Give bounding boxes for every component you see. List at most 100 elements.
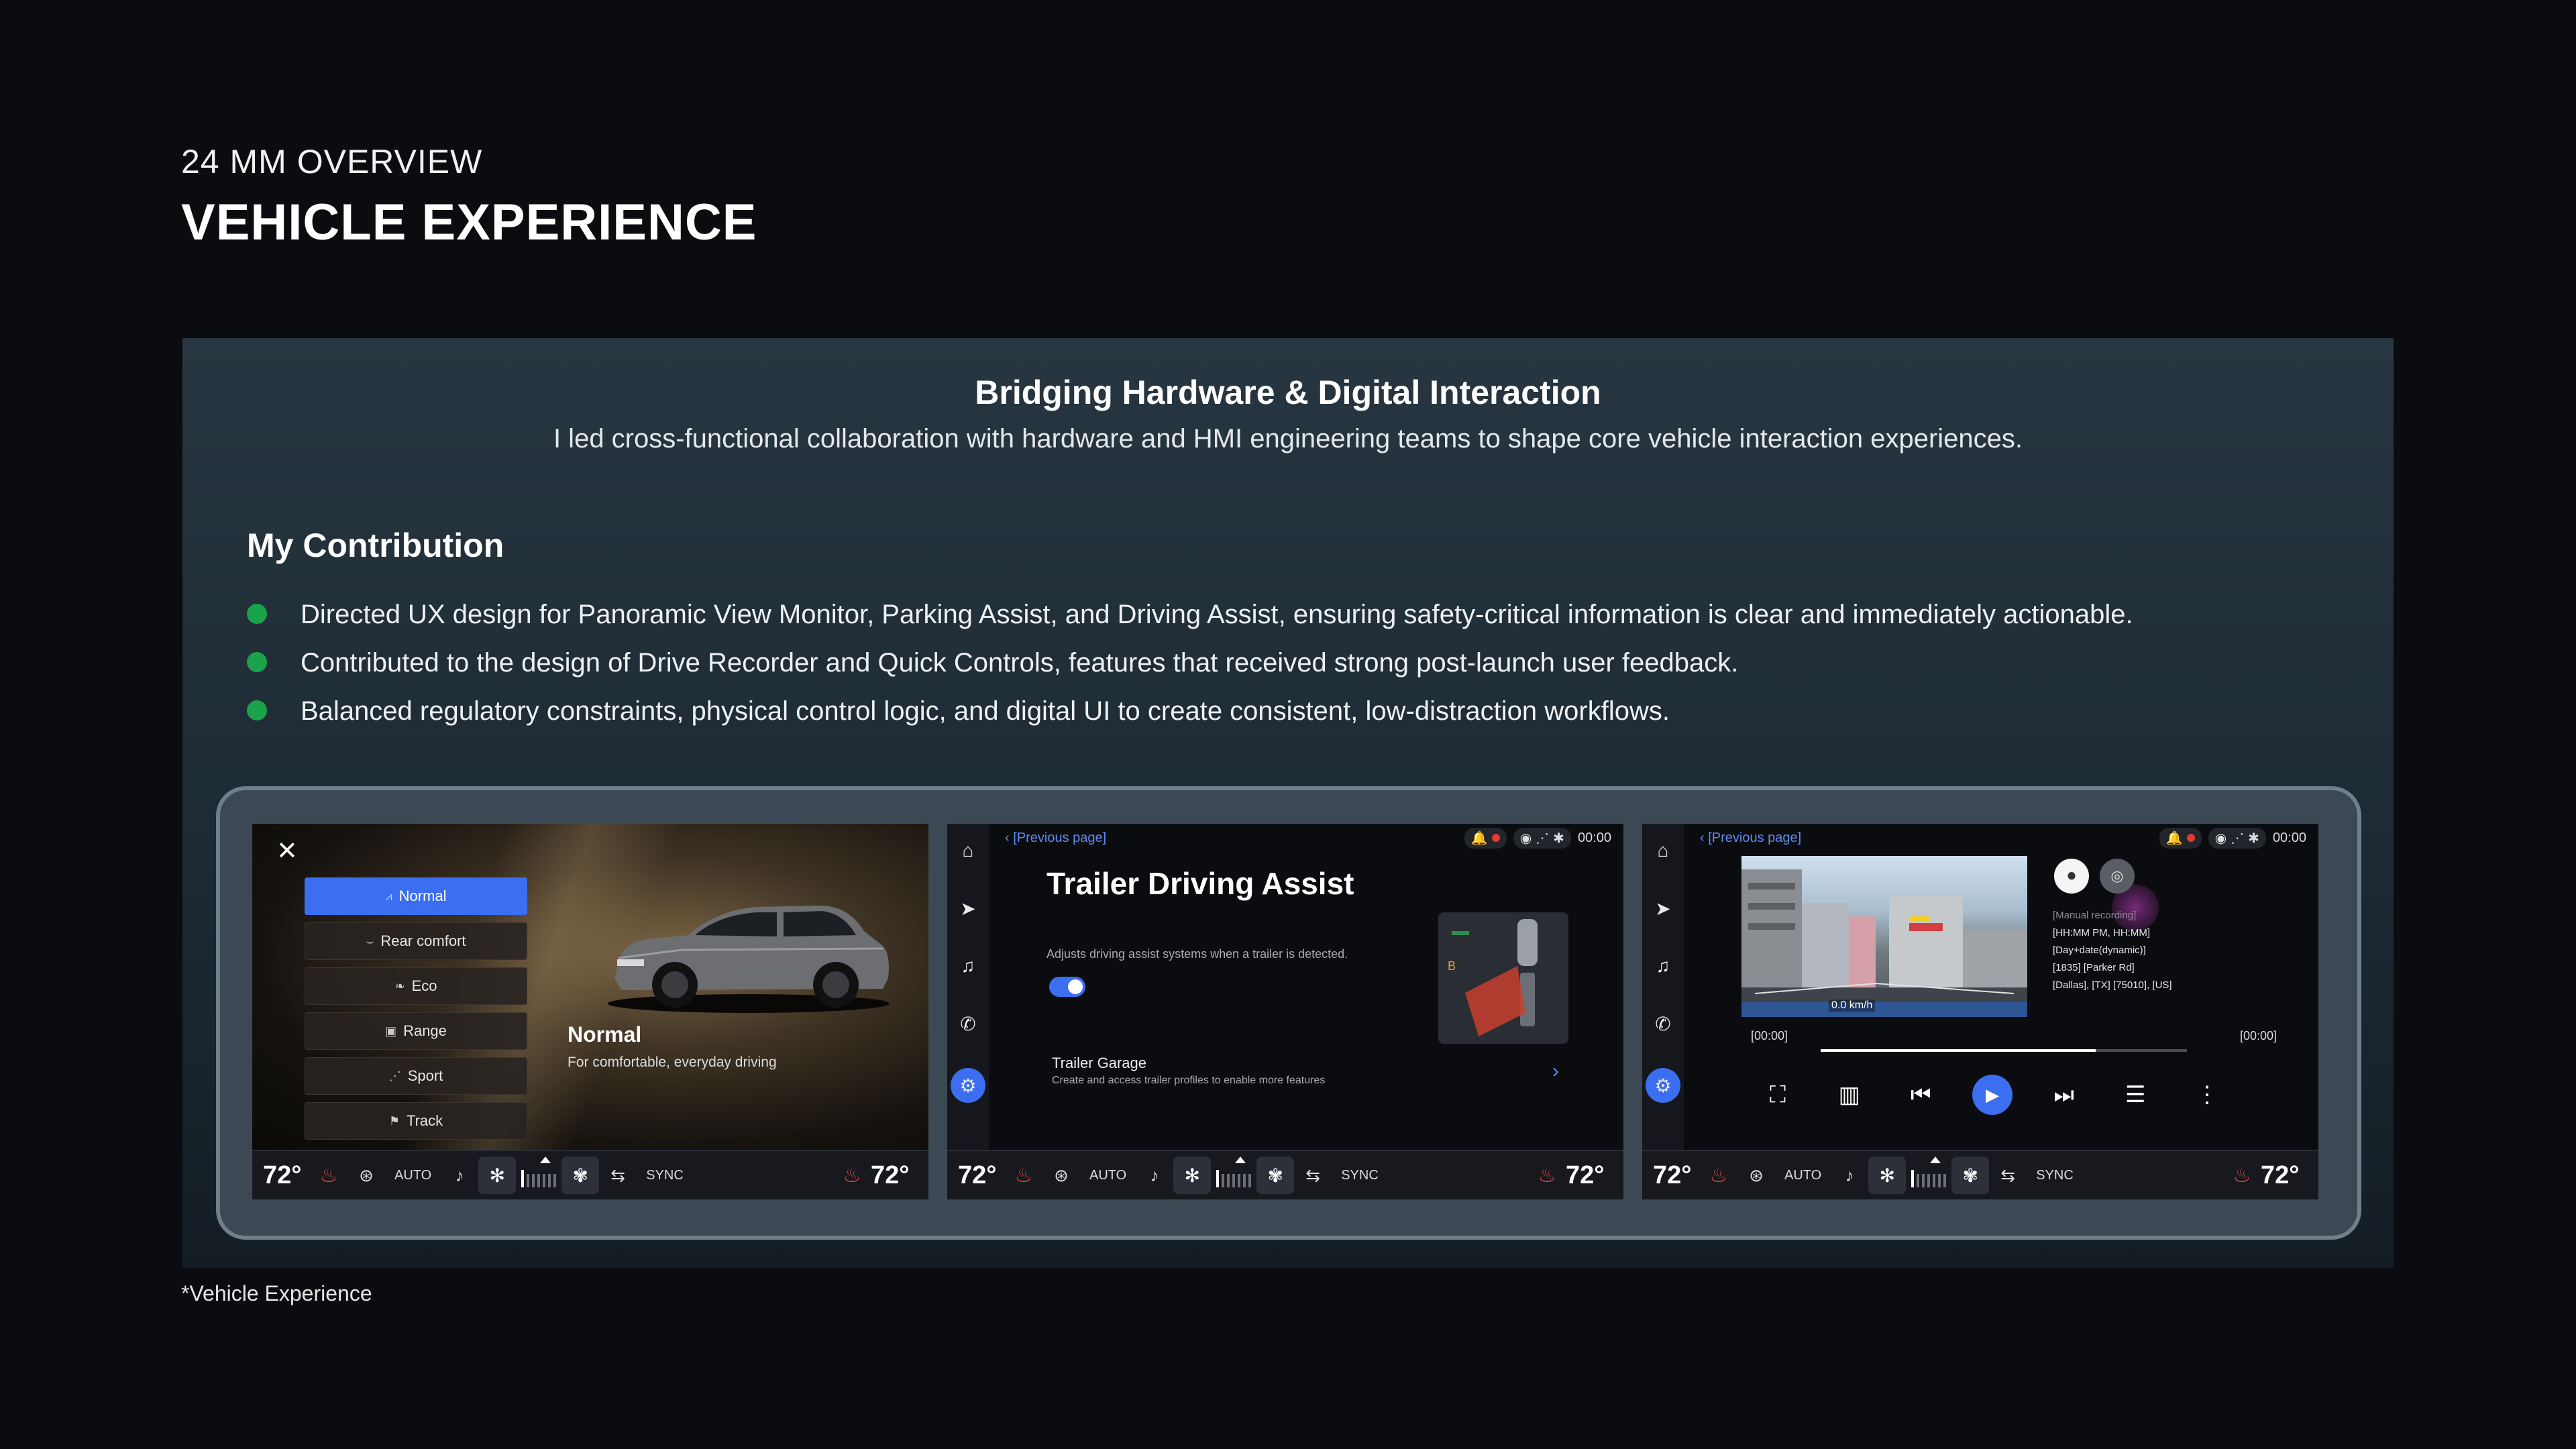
home-icon[interactable]: ⌂ [955,837,981,864]
page-title: VEHICLE EXPERIENCE [181,194,757,251]
trailer-illustration: B [1438,912,1568,1044]
mode-range-button[interactable]: ▣ Range [305,1012,527,1050]
back-link-label: [Previous page] [1013,830,1107,845]
mode-label: Range [403,1022,447,1039]
more-options-icon[interactable]: ⋮ [2187,1075,2227,1115]
rear-comfort-icon: ⌣ [366,934,374,948]
recirculation-icon[interactable]: ⇆ [1989,1159,2027,1192]
signal-icon: ⋰ [2231,830,2245,846]
music-icon[interactable]: ♫ [955,953,981,979]
contribution-heading: My Contribution [247,527,504,564]
settings-icon[interactable]: ⚙ [1646,1068,1680,1103]
seat-heat-left-icon[interactable]: ♨ [1005,1159,1042,1192]
manual-record-button[interactable]: ⏺ [2054,859,2089,894]
seat-heat-left-icon[interactable]: ♨ [1700,1159,1737,1192]
trailer-garage-description: Create and access trailer profiles to en… [1052,1075,1326,1086]
fan-speed-slider[interactable] [1216,1157,1252,1187]
auto-button[interactable]: AUTO [1080,1168,1136,1183]
fan-off-icon[interactable]: ✻ [478,1157,517,1194]
snapshot-button[interactable]: ◎ [2100,859,2135,894]
list-item: Balanced regulatory constraints, physica… [247,687,2133,735]
skip-next-icon[interactable]: ⏭ [2044,1075,2084,1115]
fan-off-icon[interactable]: ✻ [1173,1157,1212,1194]
seat-heat-left-icon[interactable]: ♨ [310,1159,347,1192]
list-item: Directed UX design for Panoramic View Mo… [247,590,2133,639]
drive-mode-list: ⩘ Normal ⌣ Rear comfort ❧ Eco ▣ Range ⋰ Sport… [305,877,527,1147]
airflow-icon[interactable]: ♪ [1136,1159,1173,1192]
fan-icon[interactable]: ✾ [1951,1157,1990,1194]
navigation-icon[interactable]: ➤ [1650,895,1676,922]
phone-icon[interactable]: ✆ [1650,1010,1676,1037]
temp-right[interactable]: 72° [871,1161,918,1190]
temp-right[interactable]: 72° [2261,1161,2308,1190]
trailer-assist-toggle[interactable] [1049,977,1085,997]
status-icons: ◉ ⋰ ✱ [1513,827,1571,849]
recording-time: [HH:MM PM, HH:MM] [2053,927,2150,938]
fan-icon[interactable]: ✾ [561,1157,600,1194]
navigation-icon[interactable]: ➤ [955,895,981,922]
mode-eco-button[interactable]: ❧ Eco [305,967,527,1005]
fan-speed-slider[interactable] [521,1157,557,1187]
airflow-icon[interactable]: ♪ [1831,1159,1868,1192]
auto-button[interactable]: AUTO [385,1168,441,1183]
seat-heat-right-icon[interactable]: ♨ [833,1159,871,1192]
temp-left[interactable]: 72° [958,1161,1005,1190]
mode-sport-button[interactable]: ⋰ Sport [305,1057,527,1095]
sync-button[interactable]: SYNC [637,1168,693,1183]
fan-off-icon[interactable]: ✻ [1868,1157,1907,1194]
temp-left[interactable]: 72° [263,1161,310,1190]
phone-icon[interactable]: ✆ [955,1010,981,1037]
recording-date: [Day+date(dynamic)] [2053,945,2146,956]
selected-mode-title: Normal [568,1022,642,1046]
speed-readout: 0.0 km/h [1829,1000,1876,1012]
temp-right[interactable]: 72° [1566,1161,1613,1190]
signal-icon: ⋰ [1536,830,1550,846]
recording-label: [Manual recording] [2053,910,2137,921]
sync-button[interactable]: SYNC [2027,1168,2083,1183]
fan-icon[interactable]: ✾ [1256,1157,1295,1194]
adjust-icon[interactable]: ☰ [2115,1075,2155,1115]
time-total: [00:00] [2239,1029,2277,1042]
recirculation-icon[interactable]: ⇆ [599,1159,637,1192]
trailer-garage-title[interactable]: Trailer Garage [1052,1055,1146,1072]
mode-label: Normal [398,888,447,904]
selected-mode-description: For comfortable, everyday driving [568,1055,777,1070]
chevron-right-icon[interactable]: › [1552,1060,1559,1083]
temp-left[interactable]: 72° [1653,1161,1700,1190]
steering-heat-icon[interactable]: ⊛ [1042,1159,1080,1192]
climate-bar: 72° ♨ ⊛ AUTO ♪ ✻ ✾ ⇆ SYNC ♨ 72° [1642,1150,2318,1199]
recording-video[interactable]: 0.0 km/h [1741,856,2027,1017]
map-view-icon[interactable]: ▥ [1829,1075,1870,1115]
panel-subheading: I led cross-functional collaboration wit… [553,424,2023,453]
steering-heat-icon[interactable]: ⊛ [1737,1159,1775,1192]
leaf-icon: ❧ [394,979,405,993]
seat-heat-right-icon[interactable]: ♨ [2223,1159,2261,1192]
seat-heat-right-icon[interactable]: ♨ [1528,1159,1566,1192]
back-link[interactable]: ‹ [Previous page] [1005,830,1106,846]
play-icon[interactable]: ▶ [1972,1075,2012,1115]
recirculation-icon[interactable]: ⇆ [1294,1159,1332,1192]
close-icon[interactable]: ✕ [276,836,298,866]
home-icon[interactable]: ⌂ [1650,837,1676,864]
mode-rear-comfort-button[interactable]: ⌣ Rear comfort [305,922,527,960]
trailer-assist-screen: ⌂ ➤ ♫ ✆ ⚙ ‹ [Previous page] 🔔 ◉ ⋰ ✱ 00:00 … [947,824,1623,1199]
settings-icon[interactable]: ⚙ [951,1068,985,1103]
mode-normal-button[interactable]: ⩘ Normal [305,877,527,915]
panel-heading: Bridging Hardware & Digital Interaction [975,374,1601,411]
auto-button[interactable]: AUTO [1775,1168,1831,1183]
sync-button[interactable]: SYNC [1332,1168,1388,1183]
side-rail: ⌂ ➤ ♫ ✆ ⚙ [1642,824,1684,1150]
fullscreen-icon[interactable]: ⛶ [1758,1075,1798,1115]
suv-image [608,906,890,1013]
alerts-pill[interactable]: 🔔 [2159,827,2202,849]
bluetooth-icon: ✱ [1553,830,1564,846]
alerts-pill[interactable]: 🔔 [1464,827,1507,849]
back-link[interactable]: ‹ [Previous page] [1700,830,1801,846]
playback-progress[interactable] [1821,1049,2187,1052]
fan-speed-slider[interactable] [1911,1157,1947,1187]
mode-track-button[interactable]: ⚑ Track [305,1102,527,1140]
airflow-icon[interactable]: ♪ [441,1159,478,1192]
music-icon[interactable]: ♫ [1650,953,1676,979]
steering-heat-icon[interactable]: ⊛ [347,1159,385,1192]
skip-previous-icon[interactable]: ⏮ [1900,1075,1941,1115]
